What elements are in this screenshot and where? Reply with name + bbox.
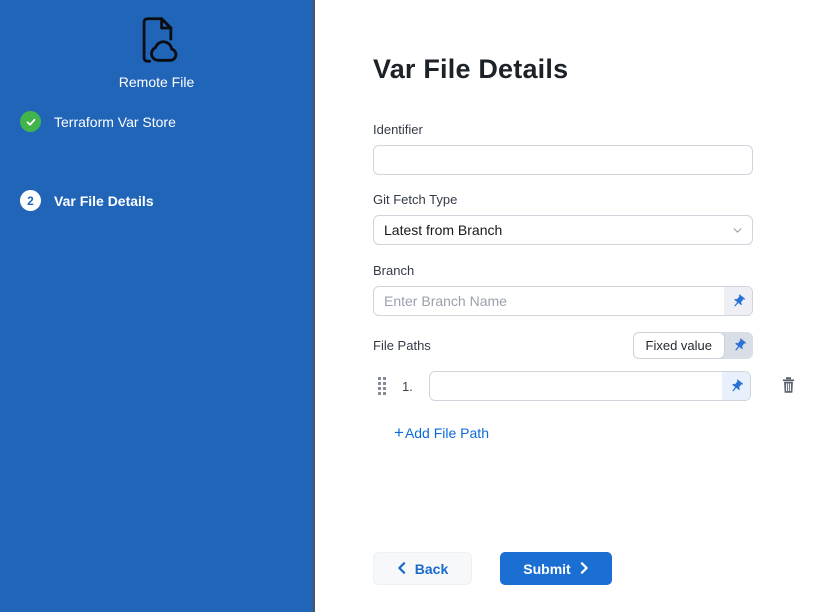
branch-field-wrap — [373, 286, 753, 316]
submit-button-label: Submit — [523, 561, 570, 577]
identifier-input[interactable] — [374, 146, 752, 174]
delete-row-button[interactable] — [780, 376, 797, 397]
file-path-input[interactable] — [430, 372, 722, 400]
row-index: 1. — [402, 379, 418, 394]
pin-icon[interactable] — [725, 332, 753, 359]
branch-input[interactable] — [374, 287, 724, 315]
file-path-field-wrap — [429, 371, 751, 401]
add-file-path-label: Add File Path — [405, 425, 489, 441]
chevron-left-icon — [397, 561, 406, 577]
add-file-path-button[interactable]: + Add File Path — [394, 424, 489, 441]
form-panel: Var File Details Identifier Git Fetch Ty… — [373, 0, 807, 443]
back-button[interactable]: Back — [373, 552, 472, 585]
step-label: Terraform Var Store — [54, 114, 176, 130]
step-label: Var File Details — [54, 193, 154, 209]
step-terraform-var-store[interactable]: Terraform Var Store — [0, 111, 313, 132]
trash-icon — [780, 376, 797, 397]
wizard-steps: Terraform Var Store 2 Var File Details — [0, 111, 313, 211]
file-paths-header: File Paths Fixed value — [373, 332, 753, 359]
plus-icon: + — [394, 424, 404, 441]
file-path-row: 1. — [373, 371, 807, 401]
wizard-sidebar: Remote File Terraform Var Store 2 Var Fi… — [0, 0, 315, 612]
git-fetch-type-value: Latest from Branch — [374, 222, 722, 238]
identifier-label: Identifier — [373, 122, 807, 137]
store-category-label: Remote File — [0, 74, 313, 90]
chevron-down-icon — [722, 224, 752, 237]
back-button-label: Back — [415, 561, 448, 577]
page-title: Var File Details — [373, 54, 807, 85]
file-cloud-icon — [133, 14, 181, 71]
file-paths-label: File Paths — [373, 338, 431, 353]
check-icon — [20, 111, 41, 132]
drag-handle-icon[interactable] — [378, 377, 386, 395]
pin-icon[interactable] — [724, 287, 752, 315]
git-fetch-type-select[interactable]: Latest from Branch — [373, 215, 753, 245]
input-type-value: Fixed value — [633, 332, 725, 359]
identifier-field-wrap — [373, 145, 753, 175]
step-var-file-details[interactable]: 2 Var File Details — [0, 190, 313, 211]
store-category: Remote File — [0, 14, 313, 90]
step-number-badge: 2 — [20, 190, 41, 211]
input-type-selector[interactable]: Fixed value — [633, 332, 753, 359]
branch-label: Branch — [373, 263, 807, 278]
pin-icon[interactable] — [722, 372, 750, 400]
submit-button[interactable]: Submit — [500, 552, 612, 585]
chevron-right-icon — [580, 561, 589, 577]
git-fetch-type-label: Git Fetch Type — [373, 192, 807, 207]
var-file-details-dialog: Remote File Terraform Var Store 2 Var Fi… — [0, 0, 836, 612]
wizard-actions: Back Submit — [373, 552, 612, 585]
